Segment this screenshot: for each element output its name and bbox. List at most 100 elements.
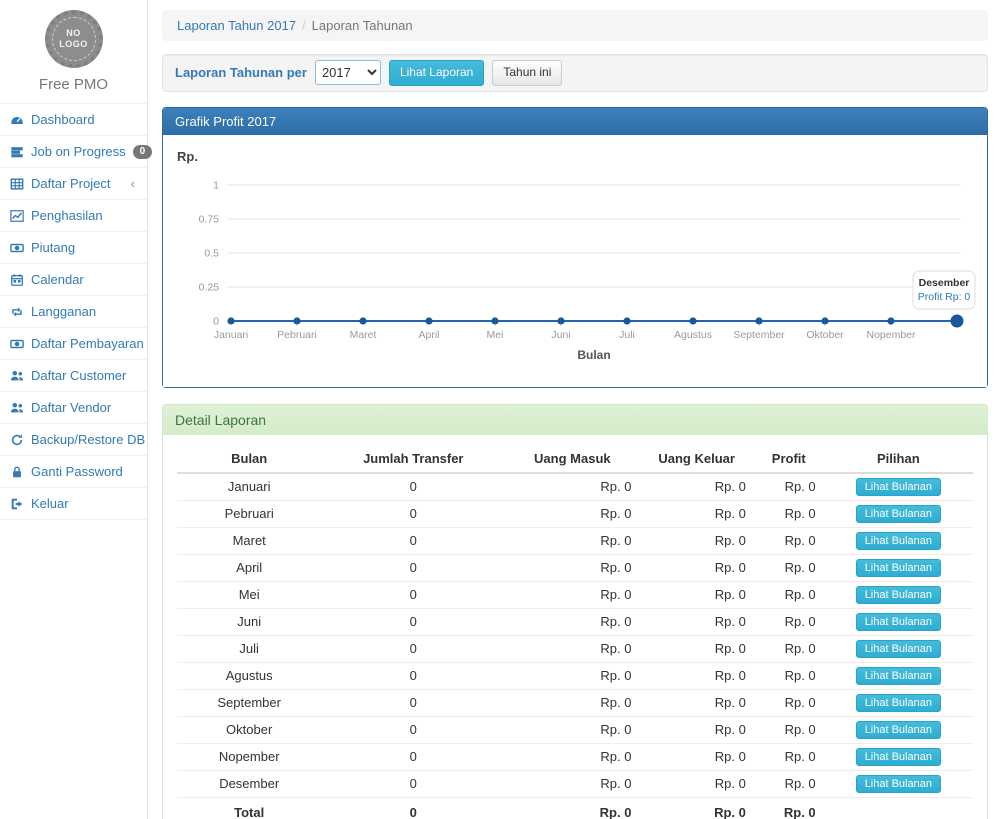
cell-jumlah-transfer: 0 xyxy=(321,608,505,635)
lihat-bulanan-button[interactable]: Lihat Bulanan xyxy=(856,721,941,739)
cell-jumlah-transfer: 0 xyxy=(321,770,505,797)
cell-jumlah-transfer: 0 xyxy=(321,716,505,743)
sidebar-item-piutang[interactable]: Piutang xyxy=(0,231,147,263)
sidebar-item-label: Keluar xyxy=(31,496,137,511)
sidebar-item-job-on-progress[interactable]: Job on Progress0 xyxy=(0,135,147,167)
sidebar-item-label: Daftar Pembayaran xyxy=(31,336,144,351)
lihat-bulanan-button[interactable]: Lihat Bulanan xyxy=(856,775,941,793)
table-row: Januari0Rp. 0Rp. 0Rp. 0Lihat Bulanan xyxy=(177,473,973,501)
sidebar-item-label: Penghasilan xyxy=(31,208,137,223)
table-row: September0Rp. 0Rp. 0Rp. 0Lihat Bulanan xyxy=(177,689,973,716)
table-header-row: Bulan Jumlah Transfer Uang Masuk Uang Ke… xyxy=(177,445,973,473)
cell-uang-masuk: Rp. 0 xyxy=(505,473,639,501)
lihat-bulanan-button[interactable]: Lihat Bulanan xyxy=(856,505,941,523)
lihat-bulanan-button[interactable]: Lihat Bulanan xyxy=(856,748,941,766)
cell-jumlah-transfer: 0 xyxy=(321,554,505,581)
sidebar-item-calendar[interactable]: Calendar xyxy=(0,263,147,295)
data-point-mei xyxy=(491,317,498,324)
profit-chart-panel: Grafik Profit 2017 Rp.10.750.50.250Janua… xyxy=(162,107,988,388)
report-controls: Laporan Tahunan per 2017 Lihat Laporan T… xyxy=(162,54,988,92)
data-point-juli xyxy=(623,317,630,324)
data-point-april xyxy=(425,317,432,324)
cell-month: Maret xyxy=(177,527,321,554)
cell-profit: Rp. 0 xyxy=(754,500,824,527)
breadcrumb-link[interactable]: Laporan Tahun 2017 xyxy=(177,18,296,33)
sidebar-item-ganti-password[interactable]: Ganti Password xyxy=(0,455,147,487)
x-tick-label: Maret xyxy=(350,329,377,341)
lihat-bulanan-button[interactable]: Lihat Bulanan xyxy=(856,478,941,496)
cell-jumlah-transfer: 0 xyxy=(321,527,505,554)
main-content: Laporan Tahun 2017/Laporan Tahunan Lapor… xyxy=(148,0,1000,819)
users-icon xyxy=(10,369,24,383)
cell-month: Juli xyxy=(177,635,321,662)
cell-uang-keluar: Rp. 0 xyxy=(639,689,753,716)
data-point-desember xyxy=(951,314,964,327)
col-header-uang-masuk: Uang Masuk xyxy=(505,445,639,473)
col-header-pilihan: Pilihan xyxy=(824,445,973,473)
total-uang-masuk: Rp. 0 xyxy=(505,797,639,819)
dashboard-icon xyxy=(10,113,24,127)
lihat-laporan-button[interactable]: Lihat Laporan xyxy=(389,60,484,86)
cell-jumlah-transfer: 0 xyxy=(321,581,505,608)
table-row: Mei0Rp. 0Rp. 0Rp. 0Lihat Bulanan xyxy=(177,581,973,608)
cell-uang-masuk: Rp. 0 xyxy=(505,554,639,581)
breadcrumb-separator: / xyxy=(302,18,306,33)
x-tick-label: Januari xyxy=(214,329,248,341)
total-jumlah-transfer: 0 xyxy=(321,797,505,819)
chart-panel-title: Grafik Profit 2017 xyxy=(163,108,987,135)
sidebar-item-label: Daftar Vendor xyxy=(31,400,137,415)
sidebar-item-daftar-pembayaran[interactable]: Daftar Pembayaran xyxy=(0,327,147,359)
cell-profit: Rp. 0 xyxy=(754,527,824,554)
sidebar-item-langganan[interactable]: Langganan xyxy=(0,295,147,327)
cell-profit: Rp. 0 xyxy=(754,554,824,581)
total-profit: Rp. 0 xyxy=(754,797,824,819)
lihat-bulanan-button[interactable]: Lihat Bulanan xyxy=(856,613,941,631)
cell-uang-keluar: Rp. 0 xyxy=(639,608,753,635)
cell-month: Pebruari xyxy=(177,500,321,527)
sidebar-item-daftar-vendor[interactable]: Daftar Vendor xyxy=(0,391,147,423)
lihat-bulanan-button[interactable]: Lihat Bulanan xyxy=(856,640,941,658)
year-select[interactable]: 2017 xyxy=(315,60,381,85)
lihat-bulanan-button[interactable]: Lihat Bulanan xyxy=(856,532,941,550)
cell-uang-keluar: Rp. 0 xyxy=(639,635,753,662)
cell-profit: Rp. 0 xyxy=(754,581,824,608)
cell-uang-keluar: Rp. 0 xyxy=(639,500,753,527)
no-logo-seal: NO LOGO xyxy=(45,10,103,68)
col-header-bulan: Bulan xyxy=(177,445,321,473)
chevron-left-icon: ‹ xyxy=(131,176,137,191)
lihat-bulanan-button[interactable]: Lihat Bulanan xyxy=(856,694,941,712)
cell-uang-masuk: Rp. 0 xyxy=(505,770,639,797)
sidebar-item-penghasilan[interactable]: Penghasilan xyxy=(0,199,147,231)
sidebar: NO LOGO Free PMO DashboardJob on Progres… xyxy=(0,0,148,819)
col-header-uang-keluar: Uang Keluar xyxy=(639,445,753,473)
sidebar-item-dashboard[interactable]: Dashboard xyxy=(0,103,147,135)
lihat-bulanan-button[interactable]: Lihat Bulanan xyxy=(856,586,941,604)
refresh-icon xyxy=(10,433,24,447)
cell-uang-keluar: Rp. 0 xyxy=(639,554,753,581)
data-point-september xyxy=(755,317,762,324)
table-row: Juli0Rp. 0Rp. 0Rp. 0Lihat Bulanan xyxy=(177,635,973,662)
data-point-oktober xyxy=(821,317,828,324)
lihat-bulanan-button[interactable]: Lihat Bulanan xyxy=(856,559,941,577)
sidebar-item-daftar-customer[interactable]: Daftar Customer xyxy=(0,359,147,391)
sidebar-item-backup-restore-db[interactable]: Backup/Restore DB xyxy=(0,423,147,455)
lihat-bulanan-button[interactable]: Lihat Bulanan xyxy=(856,667,941,685)
profit-chart[interactable]: Rp.10.750.50.250JanuariPebruariMaretApri… xyxy=(173,145,979,377)
cell-profit: Rp. 0 xyxy=(754,716,824,743)
data-point-maret xyxy=(359,317,366,324)
sidebar-item-label: Daftar Project xyxy=(31,176,124,191)
cell-jumlah-transfer: 0 xyxy=(321,635,505,662)
cell-jumlah-transfer: 0 xyxy=(321,662,505,689)
cell-uang-keluar: Rp. 0 xyxy=(639,581,753,608)
cell-uang-keluar: Rp. 0 xyxy=(639,743,753,770)
detail-report-panel: Detail Laporan Bulan Jumlah Transfer Uan… xyxy=(162,404,988,819)
table-row: April0Rp. 0Rp. 0Rp. 0Lihat Bulanan xyxy=(177,554,973,581)
table-row: Desember0Rp. 0Rp. 0Rp. 0Lihat Bulanan xyxy=(177,770,973,797)
sidebar-item-keluar[interactable]: Keluar xyxy=(0,487,147,520)
cell-jumlah-transfer: 0 xyxy=(321,473,505,501)
tahun-ini-button[interactable]: Tahun ini xyxy=(492,60,562,86)
total-label: Total xyxy=(177,797,321,819)
logo-text-line2: LOGO xyxy=(59,39,88,50)
x-tick-label: Agustus xyxy=(674,329,712,341)
sidebar-item-daftar-project[interactable]: Daftar Project ‹ xyxy=(0,167,147,199)
